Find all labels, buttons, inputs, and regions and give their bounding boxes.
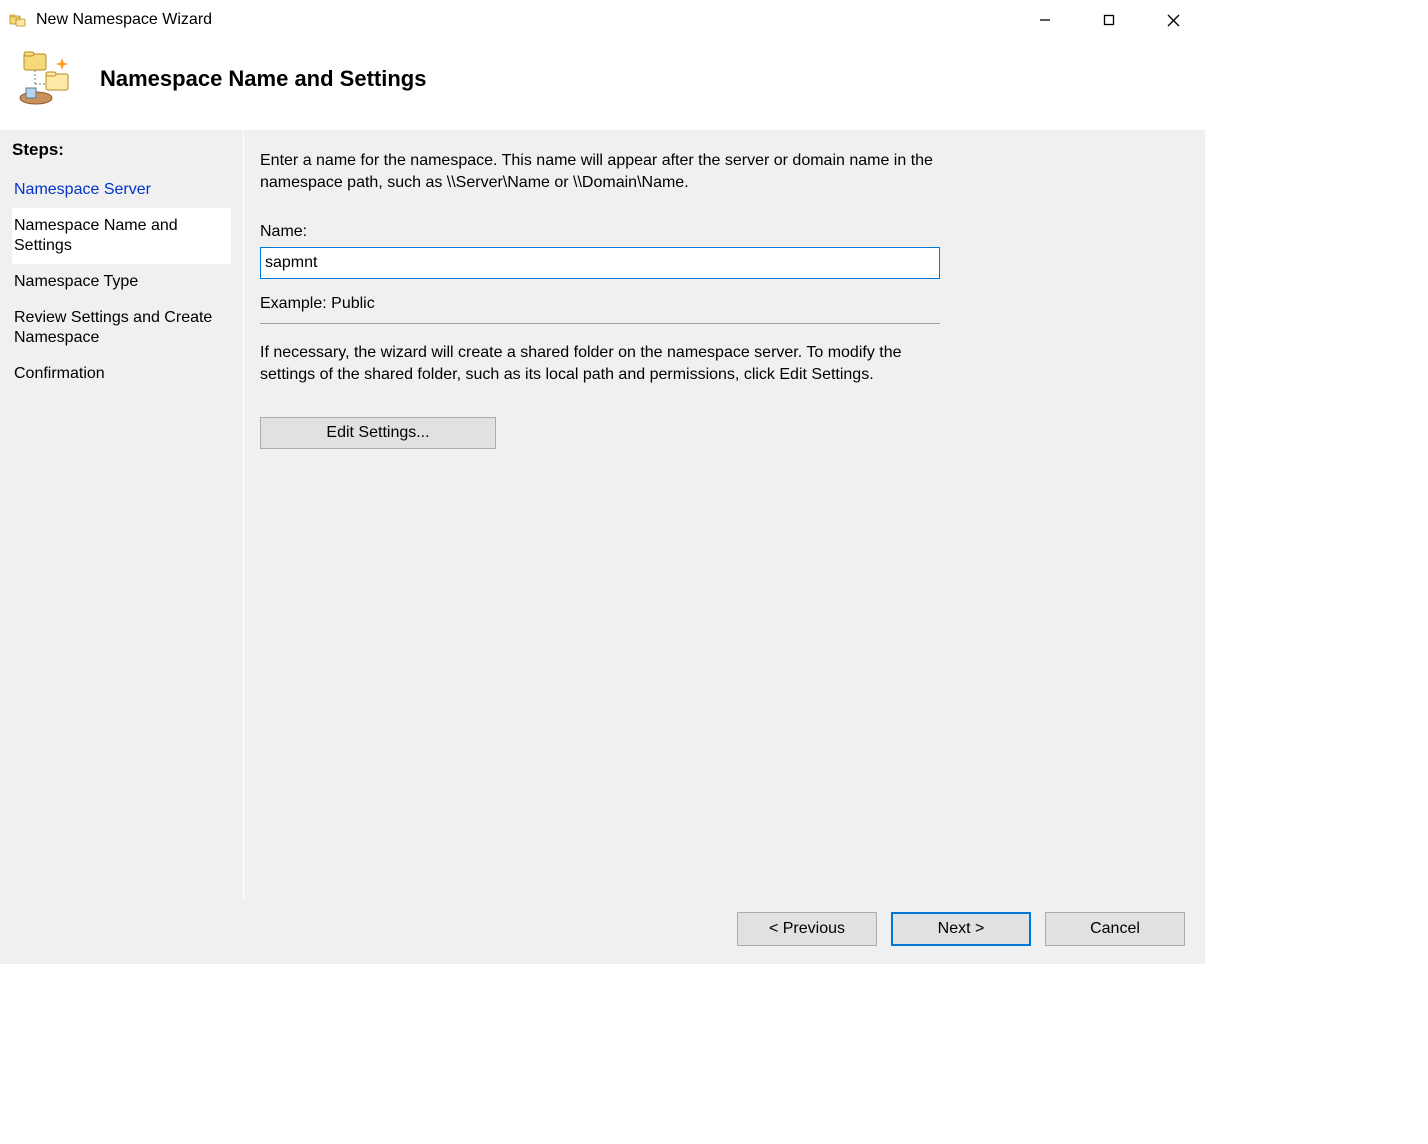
hint-text: If necessary, the wizard will create a s… [260,342,960,385]
main-panel: Enter a name for the namespace. This nam… [244,130,1205,900]
previous-button[interactable]: < Previous [737,912,877,946]
wizard-header: Namespace Name and Settings [0,40,1205,130]
steps-heading: Steps: [12,140,231,160]
close-button[interactable] [1141,0,1205,40]
next-button[interactable]: Next > [891,912,1031,946]
wizard-icon [18,50,76,108]
titlebar: New Namespace Wizard [0,0,1205,40]
steps-sidebar: Steps: Namespace Server Namespace Name a… [0,130,244,900]
step-namespace-name-settings[interactable]: Namespace Name and Settings [12,208,231,264]
name-label: Name: [260,223,1181,241]
step-namespace-server[interactable]: Namespace Server [12,172,231,208]
namespace-name-input[interactable] [260,247,940,279]
window-controls [1013,0,1205,40]
description-text: Enter a name for the namespace. This nam… [260,150,960,193]
step-review-create: Review Settings and Create Namespace [12,300,231,356]
wizard-footer: < Previous Next > Cancel [0,900,1205,964]
window-title: New Namespace Wizard [36,11,1013,29]
separator [260,323,940,324]
edit-settings-button[interactable]: Edit Settings... [260,417,496,449]
maximize-button[interactable] [1077,0,1141,40]
step-namespace-type: Namespace Type [12,264,231,300]
example-text: Example: Public [260,295,1181,313]
step-confirmation: Confirmation [12,356,231,392]
minimize-button[interactable] [1013,0,1077,40]
page-title: Namespace Name and Settings [100,66,426,92]
cancel-button[interactable]: Cancel [1045,912,1185,946]
app-icon [8,10,28,30]
